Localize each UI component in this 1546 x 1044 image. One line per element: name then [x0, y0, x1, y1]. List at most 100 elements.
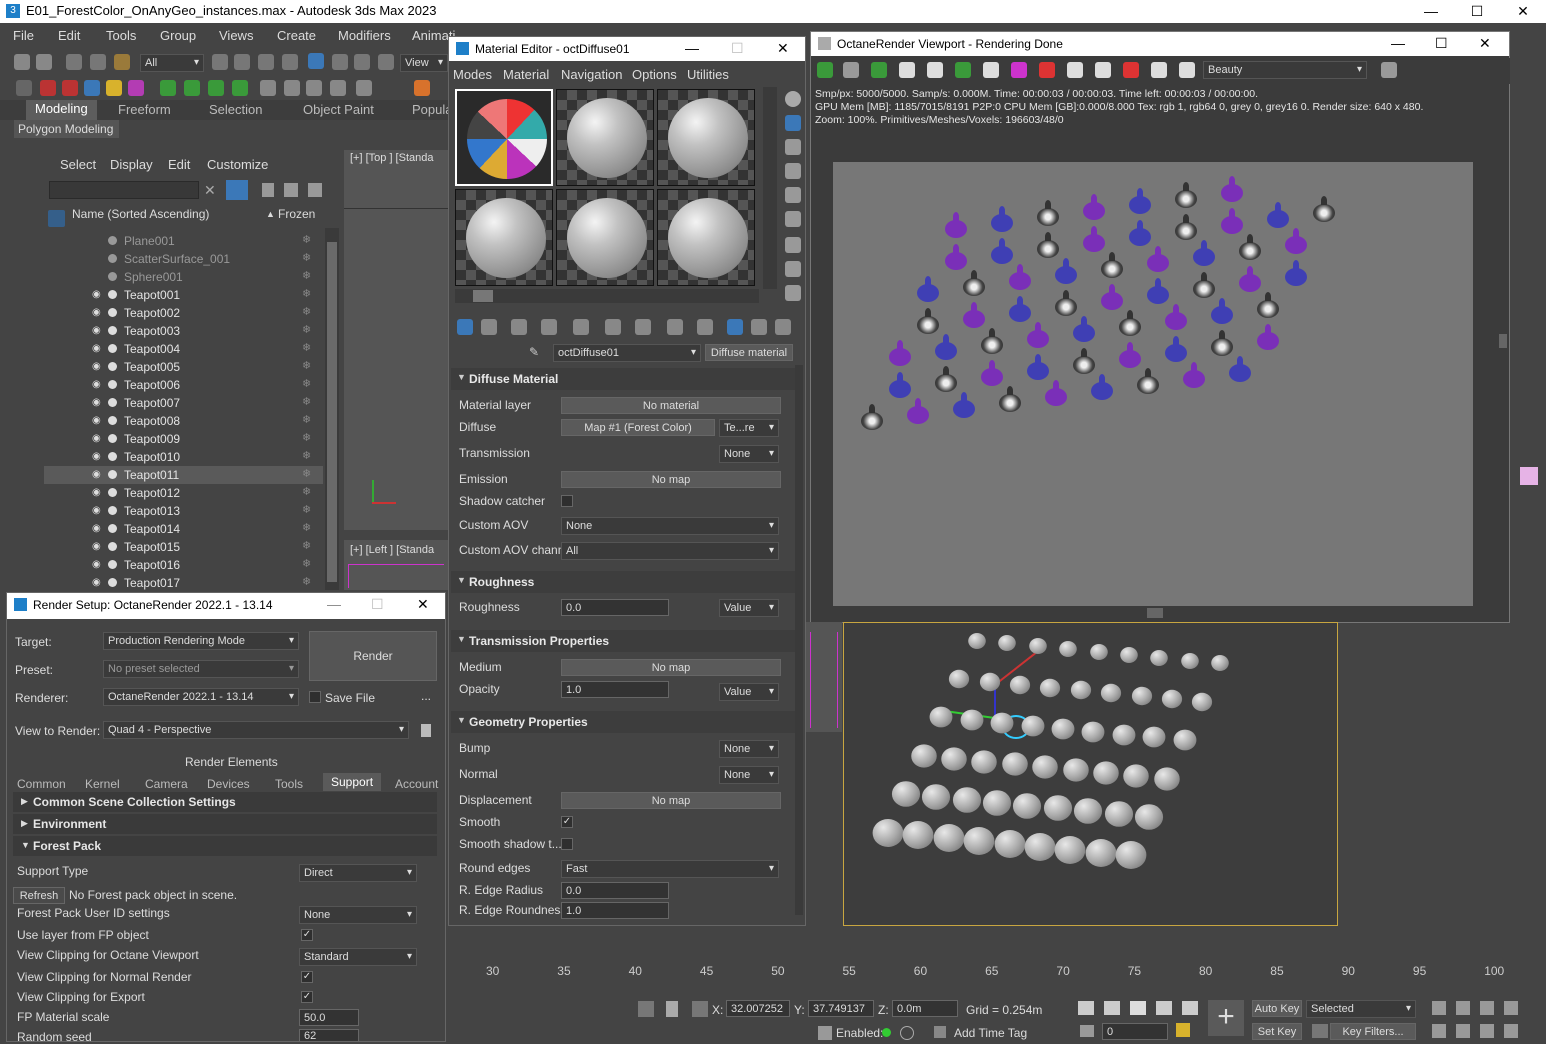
- key-mode-icon[interactable]: [1080, 1025, 1094, 1037]
- play-icon[interactable]: [260, 80, 276, 96]
- next-frame-icon[interactable]: [1156, 1001, 1172, 1015]
- rendered-frame-icon[interactable]: [208, 80, 224, 96]
- menu-edit[interactable]: Edit: [58, 28, 80, 43]
- render-dot-icon[interactable]: [108, 506, 117, 515]
- rotate-icon[interactable]: [332, 54, 348, 70]
- render-button[interactable]: Render: [309, 631, 437, 681]
- visibility-eye-icon[interactable]: [92, 253, 103, 264]
- smooth-shadow-checkbox[interactable]: [561, 838, 573, 850]
- viewport-teapot[interactable]: [949, 669, 970, 689]
- viewport-teapot[interactable]: [1123, 764, 1150, 788]
- close-button[interactable]: ✕: [1500, 0, 1546, 23]
- material-slot-6[interactable]: [657, 189, 755, 286]
- tab-populate[interactable]: Popula: [412, 102, 452, 117]
- tab-devices[interactable]: Devices: [207, 777, 250, 791]
- render-dot-icon[interactable]: [108, 434, 117, 443]
- rs-close-button[interactable]: ✕: [417, 596, 429, 613]
- oct-copy-icon[interactable]: [843, 62, 859, 78]
- viewport-teapot[interactable]: [910, 744, 937, 768]
- tab-support[interactable]: Support: [323, 773, 382, 791]
- visibility-eye-icon[interactable]: ◉: [92, 577, 103, 588]
- frozen-icon[interactable]: ❄: [302, 539, 311, 552]
- rs-minimize-button[interactable]: —: [327, 596, 341, 612]
- oct-region-icon[interactable]: [1039, 62, 1055, 78]
- viewport-teapot[interactable]: [933, 824, 965, 853]
- visibility-eye-icon[interactable]: ◉: [92, 289, 103, 300]
- scale-icon[interactable]: [354, 54, 370, 70]
- link-icon[interactable]: [66, 54, 82, 70]
- se-menu-edit[interactable]: Edit: [168, 157, 190, 172]
- viewport-teapot[interactable]: [1134, 804, 1164, 830]
- timeline-ruler[interactable]: 30 35 40 45 50 55 60 65 70 75 80 85 90 95 100: [448, 958, 1546, 988]
- me-menu-material[interactable]: Material: [503, 67, 549, 82]
- list-item[interactable]: ◉ Teapot003 ❄: [44, 322, 323, 340]
- viewport-teapot[interactable]: [922, 784, 951, 810]
- absolute-mode-icon[interactable]: [692, 1001, 708, 1017]
- go-to-parent-icon[interactable]: [727, 319, 743, 335]
- frozen-icon[interactable]: ❄: [302, 341, 311, 354]
- pick-material-icon[interactable]: [775, 319, 791, 335]
- x-coordinate-field[interactable]: 32.007252: [726, 1000, 790, 1017]
- tab-freeform[interactable]: Freeform: [118, 102, 171, 117]
- show-end-result-icon[interactable]: [697, 319, 713, 335]
- render-dot-icon[interactable]: [108, 524, 117, 533]
- pan-icon[interactable]: [1456, 1024, 1470, 1038]
- frozen-icon[interactable]: ❄: [302, 233, 311, 246]
- visibility-eye-icon[interactable]: ◉: [92, 541, 103, 552]
- viewport-left-label[interactable]: [+] [Left ] [Standa: [350, 544, 434, 556]
- frozen-icon[interactable]: ❄: [302, 377, 311, 390]
- scene-explorer-icon[interactable]: [40, 80, 56, 96]
- viewport-teapot[interactable]: [1059, 641, 1077, 658]
- material-slot-2[interactable]: [556, 89, 654, 186]
- viewport-perspective[interactable]: [843, 622, 1338, 926]
- viewport-teapot[interactable]: [1043, 795, 1072, 822]
- window-crossing-icon[interactable]: [282, 54, 298, 70]
- oct-maximize-button[interactable]: ☐: [1435, 35, 1448, 52]
- frozen-icon[interactable]: ❄: [302, 305, 311, 318]
- me-menu-modes[interactable]: Modes: [453, 67, 492, 82]
- auto-key-button[interactable]: Auto Key: [1252, 1000, 1302, 1017]
- render-dot-icon[interactable]: [108, 398, 117, 407]
- bump-mode-dropdown[interactable]: None: [719, 740, 779, 758]
- section-roughness[interactable]: ▼ Roughness: [451, 571, 795, 593]
- render-dot-icon[interactable]: [108, 560, 117, 569]
- viewport-teapot[interactable]: [998, 635, 1017, 652]
- list-item[interactable]: ◉ Teapot014 ❄: [44, 520, 323, 538]
- minimize-button[interactable]: —: [1408, 0, 1454, 23]
- menu-modifiers[interactable]: Modifiers: [338, 28, 391, 43]
- octane-icon[interactable]: [414, 80, 430, 96]
- viewport-teapot[interactable]: [1040, 678, 1061, 697]
- slot-horizontal-scrollbar[interactable]: [455, 289, 759, 303]
- viewport-teapot[interactable]: [902, 821, 934, 850]
- target-dropdown[interactable]: Production Rendering Mode: [103, 632, 299, 650]
- hierarchy-icon[interactable]: [284, 183, 298, 197]
- time-tag-icon[interactable]: [934, 1026, 946, 1038]
- section-diffuse-material[interactable]: ▼ Diffuse Material: [451, 368, 795, 390]
- se-menu-select[interactable]: Select: [60, 157, 96, 172]
- viewport-teapot[interactable]: [1161, 689, 1183, 709]
- viewport-teapot[interactable]: [1002, 752, 1028, 776]
- viewport-teapot[interactable]: [1112, 724, 1136, 745]
- key-filters-button[interactable]: Key Filters...: [1330, 1023, 1416, 1040]
- me-close-button[interactable]: ✕: [777, 40, 789, 57]
- sample-type-icon[interactable]: [785, 91, 801, 107]
- curve-editor-icon[interactable]: [106, 80, 122, 96]
- menu-tools[interactable]: Tools: [106, 28, 136, 43]
- emission-map-button[interactable]: No map: [561, 471, 781, 488]
- frozen-icon[interactable]: ❄: [302, 395, 311, 408]
- oct-pause-icon[interactable]: [927, 62, 943, 78]
- me-menu-utilities[interactable]: Utilities: [687, 67, 729, 82]
- viewport-teapot[interactable]: [971, 749, 998, 774]
- roughness-mode-dropdown[interactable]: Value: [719, 599, 779, 617]
- lock-view-icon[interactable]: [421, 724, 431, 737]
- display-geometry-icon[interactable]: [48, 210, 65, 227]
- rect-select-icon[interactable]: [258, 54, 274, 70]
- material-navigator-icon[interactable]: [785, 285, 801, 301]
- ipr-icon[interactable]: [330, 80, 346, 96]
- scene-search-input[interactable]: [49, 181, 199, 199]
- view-to-render-dropdown[interactable]: Quad 4 - Perspective: [103, 721, 409, 739]
- render-dot-icon[interactable]: [108, 470, 117, 479]
- settings-icon[interactable]: [356, 80, 372, 96]
- list-item[interactable]: ◉ Teapot009 ❄: [44, 430, 323, 448]
- stop-icon[interactable]: [306, 80, 322, 96]
